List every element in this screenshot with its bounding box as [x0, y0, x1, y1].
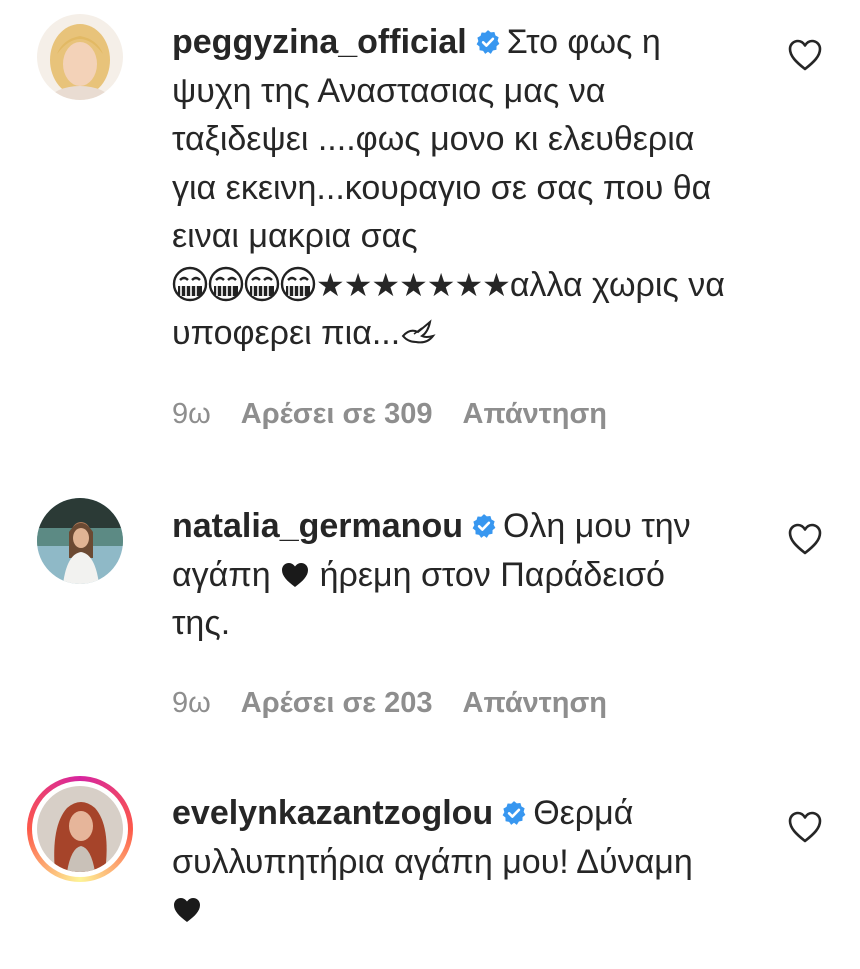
comment-username[interactable]: peggyzina_official — [172, 23, 467, 61]
comment-body: evelynkazantzoglou Θερμά συλλυπητήρια αγά… — [172, 789, 732, 935]
heart-outline-icon[interactable] — [787, 522, 823, 556]
avatar[interactable] — [37, 498, 123, 584]
dove-icon — [400, 318, 436, 348]
avatar[interactable] — [37, 14, 123, 100]
comment-likes[interactable]: Αρέσει σε 203 — [241, 687, 433, 719]
heart-outline-icon[interactable] — [787, 810, 823, 844]
comment-meta: 9ω Αρέσει σε 203 Απάντηση — [172, 687, 637, 720]
comment-likes[interactable]: Αρέσει σε 309 — [241, 398, 433, 430]
reply-button[interactable]: Απάντηση — [463, 398, 608, 430]
crying-face-icon — [172, 266, 208, 302]
reply-button[interactable]: Απάντηση — [463, 687, 608, 719]
comment-username[interactable]: natalia_germanou — [172, 507, 463, 545]
crying-face-icon — [208, 266, 244, 302]
verified-badge-icon — [475, 29, 501, 55]
verified-badge-icon — [471, 513, 497, 539]
heart-outline-icon[interactable] — [787, 38, 823, 72]
comment-meta: 9ω Αρέσει σε 309 Απάντηση — [172, 398, 637, 431]
verified-badge-icon — [501, 800, 527, 826]
avatar-with-story-ring[interactable] — [27, 776, 133, 882]
comment-time[interactable]: 9ω — [172, 687, 211, 719]
comment-body: natalia_germanou Ολη μου την αγάπη ήρεμη … — [172, 502, 732, 648]
black-heart-icon — [172, 896, 202, 924]
comment-time[interactable]: 9ω — [172, 398, 211, 430]
comment-body: peggyzina_official Στο φως η ψυχη της Ανα… — [172, 18, 732, 358]
crying-face-icon — [244, 266, 280, 302]
emoji-group: ★★★★★★★ — [172, 261, 511, 310]
black-heart-icon — [280, 561, 310, 589]
star-emojis: ★★★★★★★ — [316, 266, 511, 303]
comment-username[interactable]: evelynkazantzoglou — [172, 794, 493, 832]
crying-face-icon — [280, 266, 316, 302]
